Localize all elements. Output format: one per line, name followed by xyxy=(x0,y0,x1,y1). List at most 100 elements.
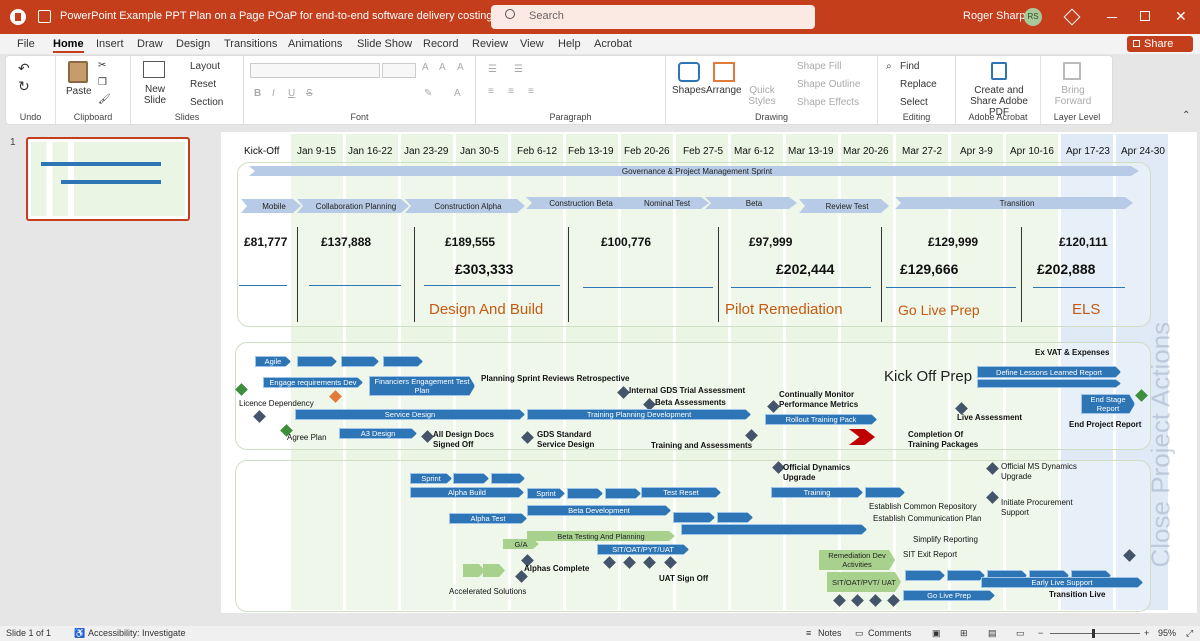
search-input[interactable]: Search xyxy=(529,10,564,22)
sprint-bar[interactable] xyxy=(491,473,525,484)
align-center-icon[interactable]: ≡ xyxy=(508,86,514,97)
share-button[interactable]: Share xyxy=(1127,36,1193,52)
test-reset-bar[interactable]: Test Reset xyxy=(641,487,721,498)
slide-canvas[interactable]: Kick-Off Jan 9-15 Jan 16-22 Jan 23-29 Ja… xyxy=(221,132,1197,613)
new-slide-button[interactable]: New Slide xyxy=(139,84,171,106)
tab-transitions[interactable]: Transitions xyxy=(224,38,277,50)
engage-bar[interactable]: Engage requirements Dev xyxy=(263,377,363,388)
tab-acrobat[interactable]: Acrobat xyxy=(594,38,632,50)
training-bar[interactable] xyxy=(865,487,905,498)
shapes-icon[interactable] xyxy=(678,62,700,82)
training-planning-bar[interactable]: Training Planning Development xyxy=(527,409,751,420)
beta-dev-bar[interactable] xyxy=(681,524,867,535)
cut-icon[interactable]: ✂ xyxy=(98,60,106,71)
sprint-bar[interactable]: Sprint xyxy=(410,473,452,484)
highlight-icon[interactable]: ✎ xyxy=(424,88,432,99)
beta-dev-bar[interactable] xyxy=(717,512,753,523)
section-button[interactable]: Section xyxy=(190,97,223,108)
tab-animations[interactable]: Animations xyxy=(288,38,342,50)
numbering-icon[interactable]: ☰ xyxy=(514,64,523,75)
a3-design-bar[interactable]: A3 Design xyxy=(339,428,417,439)
close-icon[interactable]: ✕ xyxy=(1175,7,1187,25)
tab-review[interactable]: Review xyxy=(472,38,508,50)
format-painter-icon[interactable]: 🖌 xyxy=(98,94,111,105)
sprint-bar[interactable] xyxy=(567,488,603,499)
beta-dev-bar[interactable]: Beta Development xyxy=(527,505,671,516)
beta-dev-bar[interactable] xyxy=(673,512,715,523)
paste-button[interactable]: Paste xyxy=(66,86,92,97)
zoom-out-icon[interactable]: − xyxy=(1038,628,1043,638)
lessons-bar[interactable]: Define Lessons Learned Report xyxy=(977,366,1121,378)
zoom-in-icon[interactable]: + xyxy=(1144,628,1149,638)
replace-button[interactable]: Replace xyxy=(900,79,937,90)
tab-home[interactable]: Home xyxy=(53,38,84,53)
reset-button[interactable]: Reset xyxy=(190,79,216,90)
increase-font-icon[interactable]: A xyxy=(422,62,429,73)
italic-icon[interactable]: I xyxy=(272,88,275,99)
early-live-bar[interactable]: Early Live Support xyxy=(981,577,1143,588)
font-size-dropdown[interactable] xyxy=(382,63,416,78)
comments-button[interactable]: Comments xyxy=(868,628,912,638)
pdf-icon[interactable] xyxy=(991,62,1007,80)
pen-icon[interactable] xyxy=(1063,8,1081,26)
quick-styles-button[interactable]: Quick Styles xyxy=(746,85,778,107)
sprint-bar[interactable] xyxy=(453,473,489,484)
shapes-button[interactable]: Shapes xyxy=(672,85,706,96)
phase-chevron[interactable]: Beta xyxy=(705,197,797,209)
slide-sorter-icon[interactable]: ⊞ xyxy=(960,628,968,639)
redo-icon[interactable]: ↻ xyxy=(18,78,30,95)
go-live-bar[interactable] xyxy=(905,570,945,581)
phase-chevron[interactable]: Nominal Test xyxy=(619,197,709,209)
governance-bar[interactable]: Governance & Project Management Sprint xyxy=(249,166,1139,176)
slide-thumbnail[interactable] xyxy=(26,137,190,221)
phase-chevron[interactable]: Collaboration Planning xyxy=(297,199,409,213)
tab-file[interactable]: File xyxy=(17,38,35,50)
agile-bar[interactable] xyxy=(297,356,337,367)
sit-bar[interactable]: SIT/OAT/PYT/UAT xyxy=(597,544,689,555)
phase-chevron[interactable]: Construction Beta xyxy=(526,197,630,209)
end-stage-bar[interactable]: End Stage Report xyxy=(1081,394,1135,414)
alpha-test-bar[interactable]: Alpha Test xyxy=(449,513,527,524)
paste-icon[interactable] xyxy=(68,61,88,83)
lessons-bar[interactable] xyxy=(977,379,1121,388)
slideshow-icon[interactable]: ▭ xyxy=(1016,628,1025,639)
bold-icon[interactable]: B xyxy=(254,88,261,99)
zoom-slider[interactable] xyxy=(1050,629,1140,638)
phase-chevron[interactable]: Review Test xyxy=(799,199,889,213)
collapse-ribbon-icon[interactable]: ⌃ xyxy=(1182,110,1190,121)
phase-chevron[interactable]: Transition xyxy=(895,197,1133,209)
bullets-icon[interactable]: ☰ xyxy=(488,64,497,75)
user-name[interactable]: Roger Sharp xyxy=(963,10,1025,22)
financiers-bar[interactable]: Financiers Engagement Test Plan xyxy=(369,376,475,396)
go-live-bar[interactable] xyxy=(947,570,985,581)
copy-icon[interactable]: ❐ xyxy=(98,77,107,88)
find-button[interactable]: Find xyxy=(900,61,919,72)
zoom-slider-thumb[interactable] xyxy=(1092,629,1095,638)
tab-record[interactable]: Record xyxy=(423,38,458,50)
shape-outline-button[interactable]: Shape Outline xyxy=(797,79,860,90)
agile-bar[interactable] xyxy=(383,356,423,367)
undo-icon[interactable]: ↶ xyxy=(18,60,30,77)
tab-view[interactable]: View xyxy=(520,38,544,50)
underline-icon[interactable]: U xyxy=(288,88,295,99)
normal-view-icon[interactable]: ▣ xyxy=(932,628,941,639)
agile-bar[interactable] xyxy=(341,356,379,367)
arrange-icon[interactable] xyxy=(713,62,735,82)
shape-effects-button[interactable]: Shape Effects xyxy=(797,97,859,108)
fit-slide-icon[interactable]: ⤢ xyxy=(1186,628,1193,639)
font-name-dropdown[interactable] xyxy=(250,63,380,78)
notes-button[interactable]: Notes xyxy=(818,628,842,638)
agile-bar[interactable]: Agile xyxy=(255,356,291,367)
layout-button[interactable]: Layout xyxy=(190,61,220,72)
arrange-button[interactable]: Arrange xyxy=(706,85,742,96)
save-icon[interactable] xyxy=(38,10,51,23)
decrease-font-icon[interactable]: A xyxy=(439,62,446,73)
select-button[interactable]: Select xyxy=(900,97,928,108)
align-left-icon[interactable]: ≡ xyxy=(488,86,494,97)
service-design-bar[interactable]: Service Design xyxy=(295,409,525,420)
align-right-icon[interactable]: ≡ xyxy=(528,86,534,97)
maximize-icon[interactable] xyxy=(1140,11,1150,21)
sprint-bar[interactable]: Sprint xyxy=(527,488,565,499)
avatar[interactable]: RS xyxy=(1024,8,1042,26)
ga-bar[interactable]: G/A xyxy=(503,539,539,549)
